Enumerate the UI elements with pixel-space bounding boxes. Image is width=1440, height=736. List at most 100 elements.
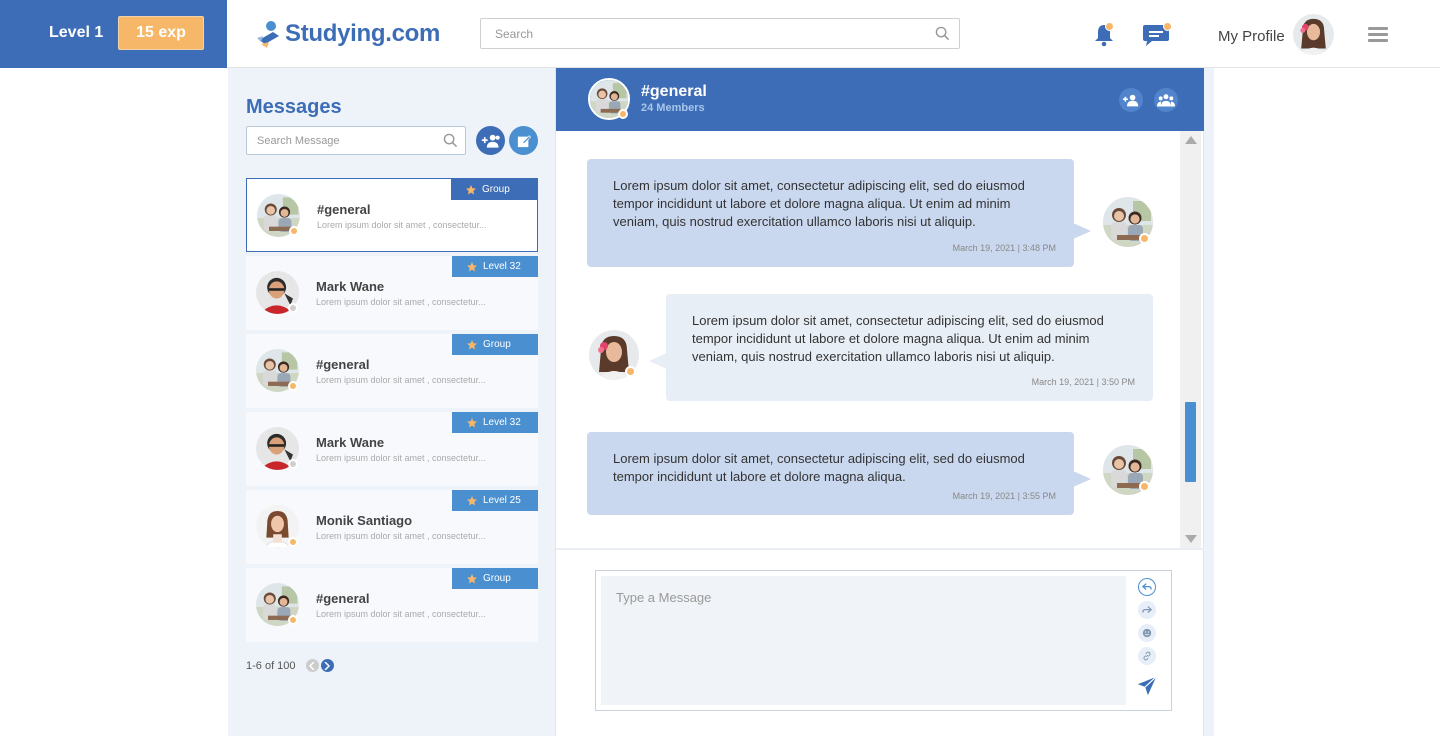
conversation-item[interactable]: #general Lorem ipsum dolor sit amet , co… — [246, 334, 538, 408]
reply-icon — [1142, 583, 1152, 590]
group-icon — [1157, 94, 1175, 107]
global-search-input[interactable] — [481, 19, 921, 48]
conversation-preview: Lorem ipsum dolor sit amet , consectetur… — [316, 609, 486, 619]
scroll-up-button[interactable] — [1185, 136, 1197, 144]
star-icon — [466, 339, 478, 351]
divider — [556, 548, 1204, 550]
conversation-name: Mark Wane — [316, 279, 385, 294]
logo-icon — [257, 21, 279, 48]
notifications-button[interactable] — [1092, 22, 1116, 52]
forward-icon — [1142, 606, 1152, 613]
conversation-item[interactable]: #general Lorem ipsum dolor sit amet , co… — [246, 568, 538, 642]
add-group-icon — [481, 134, 500, 148]
attach-link-button[interactable] — [1138, 647, 1156, 665]
compose-icon — [517, 134, 531, 147]
star-icon — [466, 417, 478, 429]
star-icon — [466, 261, 478, 273]
message-search-input[interactable] — [247, 127, 437, 154]
bubble-tail — [1073, 223, 1091, 239]
message-search[interactable] — [246, 126, 466, 155]
conversation-tag: Level 32 — [452, 412, 538, 433]
send-icon — [1137, 676, 1157, 696]
conversation-name: #general — [317, 202, 371, 217]
status-indicator — [625, 366, 636, 377]
conversation-name: Mark Wane — [316, 435, 385, 450]
menu-button[interactable] — [1368, 27, 1388, 42]
message-text: Lorem ipsum dolor sit amet, consectetur … — [692, 313, 1104, 364]
link-icon — [1143, 651, 1151, 661]
exp-badge: 15 exp — [118, 16, 204, 50]
chat-panel: #general 24 Members Lorem ipsum dolor si… — [555, 68, 1204, 736]
prev-page-button[interactable] — [305, 659, 319, 672]
conversation-list: #general Lorem ipsum dolor sit amet , co… — [246, 178, 538, 646]
send-button[interactable] — [1136, 675, 1158, 702]
forward-button[interactable] — [1138, 601, 1156, 619]
status-indicator — [618, 109, 628, 119]
emoji-button[interactable] — [1138, 624, 1156, 642]
conversation-item[interactable]: #general Lorem ipsum dolor sit amet , co… — [246, 178, 538, 252]
scroll-thumb[interactable] — [1185, 402, 1196, 482]
chat-header: #general 24 Members — [556, 68, 1204, 131]
message-input[interactable] — [601, 576, 1126, 705]
conversation-name: Monik Santiago — [316, 513, 413, 528]
conversation-name: #general — [316, 591, 370, 606]
notification-dot — [1105, 22, 1114, 31]
global-search[interactable] — [480, 18, 960, 49]
bubble-tail — [649, 353, 667, 369]
panel-edge — [1204, 68, 1214, 736]
conversation-item[interactable]: Mark Wane Lorem ipsum dolor sit amet , c… — [246, 412, 538, 486]
emoji-icon — [1142, 628, 1152, 638]
message-text: Lorem ipsum dolor sit amet, consectetur … — [613, 451, 1025, 484]
star-icon — [465, 184, 477, 196]
message-bubble: Lorem ipsum dolor sit amet, consectetur … — [666, 294, 1153, 401]
add-user-icon — [1123, 94, 1139, 107]
conversation-item[interactable]: Mark Wane Lorem ipsum dolor sit amet , c… — [246, 256, 538, 330]
conversation-tag: Level 25 — [452, 490, 538, 511]
status-indicator — [288, 537, 298, 547]
top-bar: Level 1 15 exp Studying.com Search My Pr… — [0, 0, 1440, 68]
conversation-preview: Lorem ipsum dolor sit amet , consectetur… — [316, 453, 486, 463]
scroll-down-button[interactable] — [1185, 535, 1197, 543]
profile-avatar[interactable] — [1293, 14, 1334, 55]
status-indicator — [289, 226, 299, 236]
add-member-button[interactable] — [1119, 88, 1143, 112]
pagination-label: 1-6 of 100 — [246, 659, 296, 672]
status-indicator — [288, 303, 298, 313]
message-time: March 19, 2021 | 3:55 PM — [952, 491, 1056, 501]
search-icon[interactable] — [935, 26, 950, 41]
compose-button[interactable] — [509, 126, 538, 155]
status-indicator — [288, 381, 298, 391]
star-icon — [466, 573, 478, 585]
messages-title: Messages — [246, 96, 342, 118]
logo-text: Studying.com — [285, 20, 441, 47]
hamburger-icon — [1368, 27, 1388, 30]
message-bubble: Lorem ipsum dolor sit amet, consectetur … — [587, 432, 1074, 515]
search-icon[interactable] — [443, 133, 458, 148]
pagination: 1-6 of 100 — [246, 659, 334, 672]
status-indicator — [1139, 481, 1150, 492]
profile-label[interactable]: My Profile — [1218, 28, 1285, 45]
conversation-preview: Lorem ipsum dolor sit amet , consectetur… — [316, 375, 486, 385]
new-group-button[interactable] — [476, 126, 505, 155]
message-bubble: Lorem ipsum dolor sit amet, consectetur … — [587, 159, 1074, 267]
status-indicator — [288, 615, 298, 625]
level-box: Level 1 15 exp — [0, 0, 227, 68]
conversation-preview: Lorem ipsum dolor sit amet , consectetur… — [317, 220, 487, 230]
messages-button[interactable] — [1142, 22, 1172, 52]
chat-title: #general — [641, 83, 707, 100]
conversation-tag: Group — [452, 568, 538, 589]
chat-scrollbar[interactable] — [1180, 131, 1201, 549]
chevron-left-icon — [309, 661, 315, 670]
logo[interactable]: Studying.com — [257, 16, 440, 52]
notification-dot — [1163, 22, 1172, 31]
chevron-right-icon — [324, 661, 331, 670]
conversation-name: #general — [316, 357, 370, 372]
conversation-item[interactable]: Monik Santiago Lorem ipsum dolor sit ame… — [246, 490, 538, 564]
conversation-preview: Lorem ipsum dolor sit amet , consectetur… — [316, 531, 486, 541]
conversation-tag: Level 32 — [452, 256, 538, 277]
group-members-button[interactable] — [1154, 88, 1178, 112]
messages-panel: Messages #general Lorem ipsum dolor sit … — [228, 68, 555, 736]
next-page-button[interactable] — [320, 659, 334, 672]
message-text: Lorem ipsum dolor sit amet, consectetur … — [613, 178, 1025, 229]
reply-button[interactable] — [1138, 578, 1156, 596]
